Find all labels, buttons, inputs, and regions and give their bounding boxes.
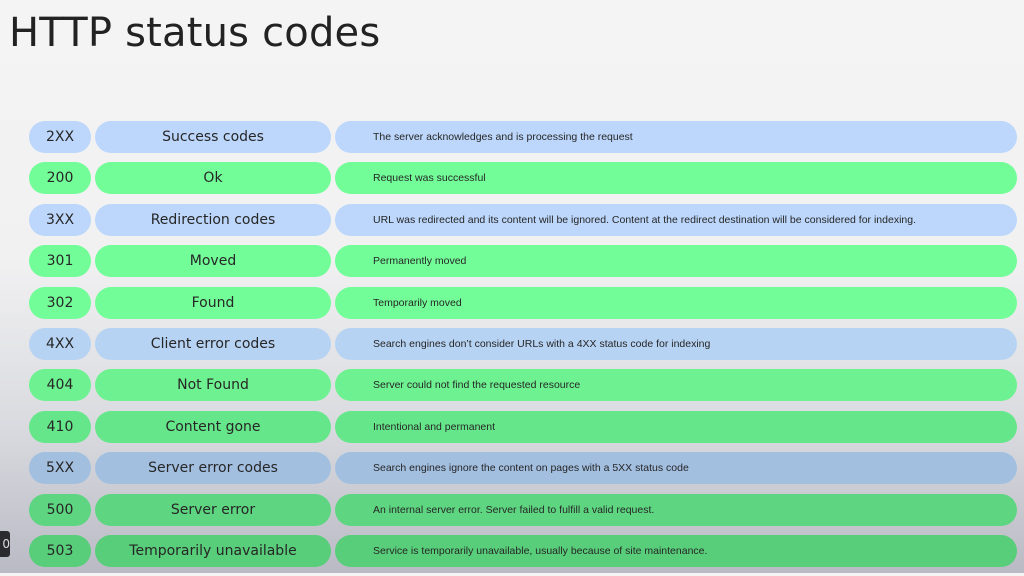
table-row: 410 Content gone Intentional and permane… (29, 410, 1017, 443)
status-description: Intentional and permanent (335, 410, 1017, 443)
status-name: Server error (95, 493, 331, 526)
status-description: Request was successful (335, 162, 1017, 195)
status-code-table: 2XX Success codes The server acknowledge… (29, 121, 1017, 576)
status-code: 4XX (29, 327, 91, 360)
status-description: Search engines don’t consider URLs with … (335, 327, 1017, 360)
table-row: 4XX Client error codes Search engines do… (29, 327, 1017, 360)
status-code: 500 (29, 493, 91, 526)
table-row: 500 Server error An internal server erro… (29, 493, 1017, 526)
status-name: Moved (95, 245, 331, 278)
status-code: 2XX (29, 121, 91, 153)
table-row: 3XX Redirection codes URL was redirected… (29, 203, 1017, 236)
status-description: Permanently moved (335, 245, 1017, 278)
status-name: Ok (95, 162, 331, 195)
table-row: 2XX Success codes The server acknowledge… (29, 121, 1017, 153)
status-name: Found (95, 286, 331, 319)
status-name: Success codes (95, 121, 331, 153)
video-overlay-button[interactable]: 0 (0, 531, 10, 557)
status-code: 503 (29, 534, 91, 567)
status-code: 404 (29, 369, 91, 402)
status-description: An internal server error. Server failed … (335, 493, 1017, 526)
table-row: 301 Moved Permanently moved (29, 245, 1017, 278)
status-description: URL was redirected and its content will … (335, 203, 1017, 236)
status-description: Search engines ignore the content on pag… (335, 452, 1017, 485)
status-name: Content gone (95, 410, 331, 443)
status-description: Service is temporarily unavailable, usua… (335, 534, 1017, 567)
status-code: 5XX (29, 452, 91, 485)
table-row: 404 Not Found Server could not find the … (29, 369, 1017, 402)
status-code: 3XX (29, 203, 91, 236)
status-name: Client error codes (95, 327, 331, 360)
status-name: Not Found (95, 369, 331, 402)
table-row: 5XX Server error codes Search engines ig… (29, 452, 1017, 485)
status-code: 200 (29, 162, 91, 195)
status-name: Temporarily unavailable (95, 534, 331, 567)
status-name: Redirection codes (95, 203, 331, 236)
status-code: 301 (29, 245, 91, 278)
table-row: 302 Found Temporarily moved (29, 286, 1017, 319)
status-code: 410 (29, 410, 91, 443)
status-name: Server error codes (95, 452, 331, 485)
table-row: 200 Ok Request was successful (29, 162, 1017, 195)
status-description: Server could not find the requested reso… (335, 369, 1017, 402)
status-description: Temporarily moved (335, 286, 1017, 319)
status-code: 302 (29, 286, 91, 319)
slide-title: HTTP status codes (9, 10, 381, 56)
status-description: The server acknowledges and is processin… (335, 121, 1017, 153)
table-row: 503 Temporarily unavailable Service is t… (29, 534, 1017, 567)
